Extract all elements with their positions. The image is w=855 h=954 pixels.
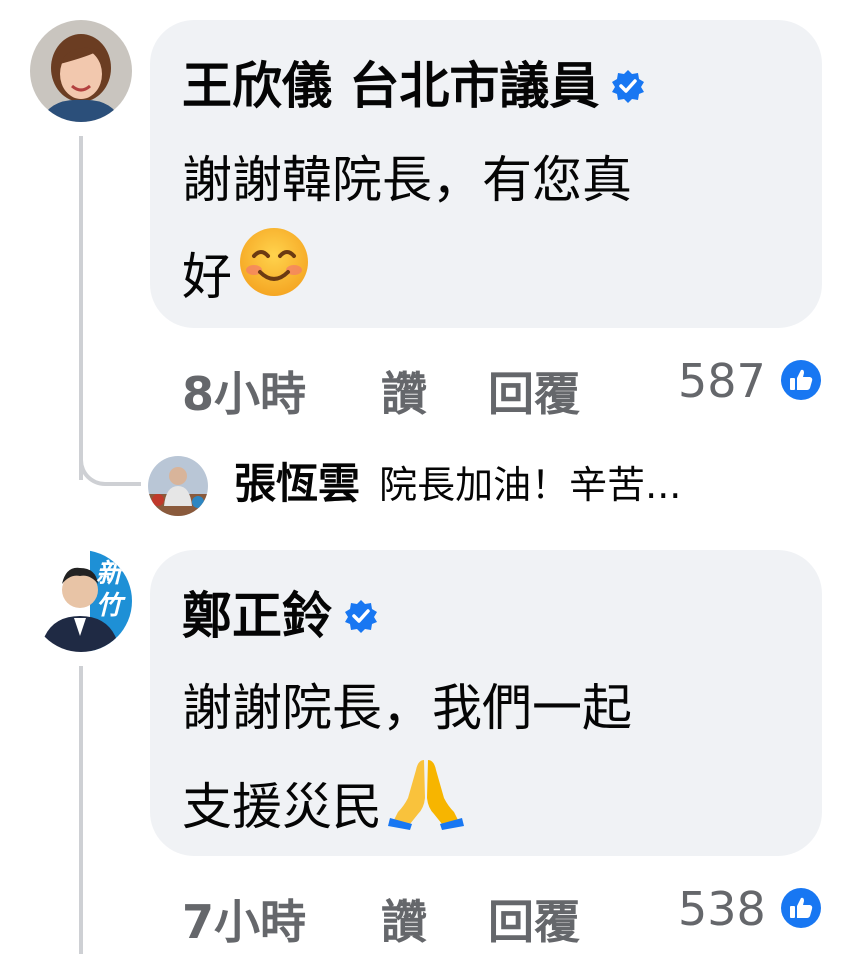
reply-button[interactable]: 回覆 [488, 358, 580, 424]
smiling-face-icon [238, 226, 310, 327]
comment-author[interactable]: 鄭正鈴 [182, 586, 378, 646]
reply-author[interactable]: 張恆雲 [234, 459, 360, 508]
like-button[interactable]: 讚 [381, 358, 427, 424]
like-button[interactable]: 讚 [381, 886, 427, 952]
avatar[interactable] [30, 20, 132, 122]
thread-line [79, 666, 83, 954]
reaction-count[interactable]: 587 [678, 354, 766, 408]
comment-time[interactable]: 8小時 [182, 358, 306, 424]
reply-avatar[interactable] [148, 456, 208, 516]
author-name[interactable]: 鄭正鈴 [182, 586, 332, 646]
like-reaction-icon[interactable] [780, 359, 822, 405]
comment-time[interactable]: 7小時 [182, 886, 306, 952]
reply-text: 院長加油！辛苦... [379, 463, 682, 507]
reply-button[interactable]: 回覆 [488, 886, 580, 952]
comment-text-line-1: 謝謝院長，我們一起 [182, 679, 632, 737]
verified-badge-icon [344, 586, 378, 646]
reply-preview[interactable]: 張恆雲 院長加油！辛苦... [234, 456, 681, 521]
comment-author[interactable]: 王欣儀 台北市議員 [182, 56, 645, 116]
comment-text-line-2: 支援災民 [182, 754, 464, 859]
comment-text-line-2: 好 [182, 226, 310, 327]
avatar-badge-text: 新竹 [96, 559, 123, 621]
like-reaction-icon[interactable] [780, 887, 822, 933]
folded-hands-icon [388, 754, 464, 859]
verified-badge-icon [611, 56, 645, 116]
reaction-count[interactable]: 538 [678, 882, 766, 936]
avatar[interactable]: 新竹 [30, 550, 132, 652]
comment-text-line-1: 謝謝韓院長，有您真 [182, 151, 632, 209]
thread-connector [79, 420, 141, 486]
author-name[interactable]: 王欣儀 台北市議員 [182, 56, 599, 116]
